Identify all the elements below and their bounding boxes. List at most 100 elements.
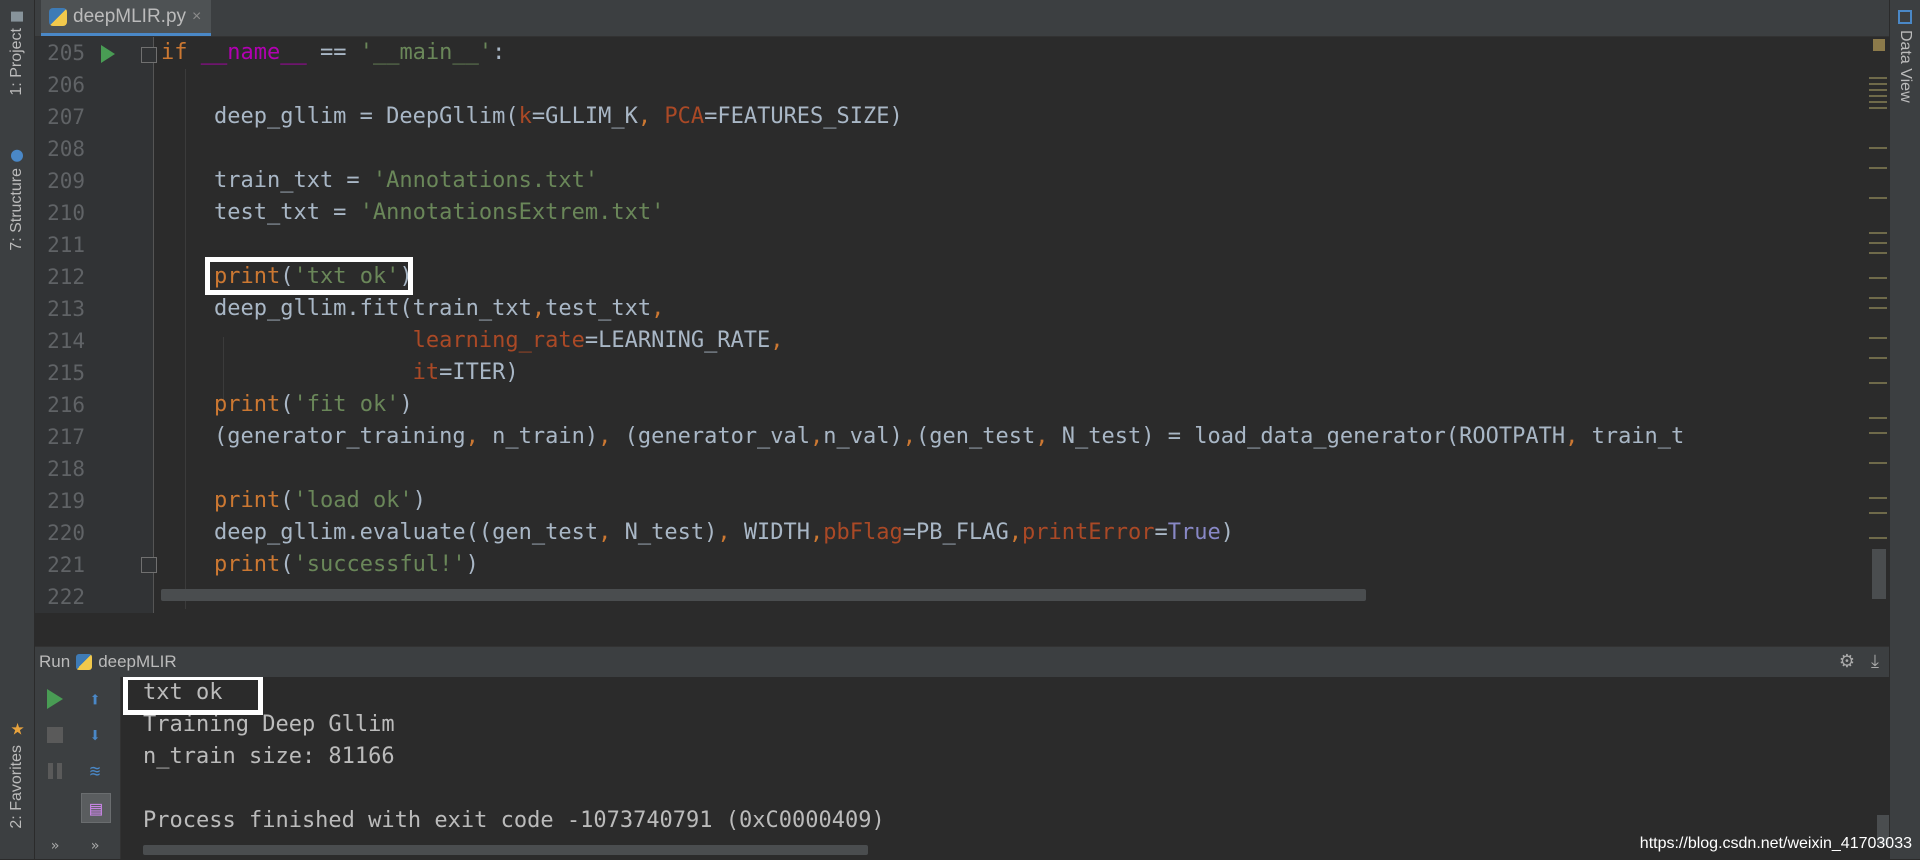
run-panel-header: Run deepMLIR ⚙ ⤓ <box>35 646 1889 677</box>
line-number: 206 <box>47 73 85 97</box>
code-line: 213 deep_gllim.fit(train_txt,test_txt, <box>35 293 1835 325</box>
code-token: ( <box>280 392 294 417</box>
code-token: , <box>902 424 917 449</box>
code-token: print <box>213 488 281 513</box>
code-token: ) <box>465 552 479 577</box>
code-token: PCA <box>664 104 705 129</box>
up-arrow-icon[interactable]: ⬆ <box>81 685 109 713</box>
code-token: , <box>1035 424 1062 449</box>
run-icon[interactable] <box>41 685 69 713</box>
console-line: Process finished with exit code -1073740… <box>143 808 885 833</box>
more-icon[interactable]: » <box>41 832 69 860</box>
data-view-label: Data View <box>1897 30 1914 103</box>
line-number: 207 <box>47 105 85 129</box>
line-number: 205 <box>47 41 85 65</box>
close-icon[interactable]: × <box>192 8 201 26</box>
code-token: print <box>213 392 281 417</box>
soft-wrap-icon[interactable]: ≋ <box>81 757 109 785</box>
console-horizontal-scrollbar[interactable] <box>143 845 868 855</box>
code-line: 216 print('fit ok') <box>35 389 1835 421</box>
gear-icon[interactable]: ⚙ <box>1839 651 1855 672</box>
code-token: ( <box>280 488 294 513</box>
code-text: it=ITER) <box>161 357 519 389</box>
pin-icon[interactable]: ⤓ <box>1871 651 1879 672</box>
code-token: WIDTH <box>743 520 811 545</box>
horizontal-scrollbar[interactable] <box>161 589 1366 601</box>
code-text: print('fit ok') <box>161 389 413 421</box>
code-token: , <box>598 424 625 449</box>
line-number: 222 <box>47 585 85 609</box>
stop-icon[interactable] <box>41 721 69 749</box>
scroll-to-end-icon[interactable]: ▤ <box>81 793 111 823</box>
structure-tool-tab[interactable]: 7: Structure <box>4 150 30 251</box>
code-token: test_txt = <box>161 200 360 225</box>
code-text: learning_rate=LEARNING_RATE, <box>161 325 784 357</box>
code-token: , <box>651 296 665 321</box>
line-number: 209 <box>47 169 85 193</box>
line-number: 210 <box>47 201 85 225</box>
code-line: 218 <box>35 453 1835 485</box>
data-view-tool-tab[interactable]: Data View <box>1893 10 1917 103</box>
code-token: == <box>306 40 360 65</box>
code-token: it <box>412 360 440 385</box>
more-icon-2[interactable]: » <box>81 832 109 860</box>
left-tool-stripe: 1: Project 7: Structure 2: Favorites ★ <box>0 0 35 859</box>
code-token: train_txt = <box>161 168 373 193</box>
project-tool-tab[interactable]: 1: Project <box>4 12 30 96</box>
inspection-icon[interactable] <box>1873 39 1885 51</box>
code-token: , <box>1565 424 1592 449</box>
code-token: , <box>465 424 493 449</box>
code-token: n_val) <box>823 424 903 449</box>
line-number: 208 <box>47 137 85 161</box>
code-token: , <box>717 520 744 545</box>
code-line: 214 learning_rate=LEARNING_RATE, <box>35 325 1835 357</box>
down-arrow-icon[interactable]: ⬇ <box>81 721 109 749</box>
code-token: = <box>1154 520 1168 545</box>
run-config-name: deepMLIR <box>98 652 177 671</box>
code-token: ) <box>1220 520 1234 545</box>
highlight-box-console <box>123 677 263 715</box>
code-token: , <box>531 296 546 321</box>
run-console[interactable]: txt ok Training Deep Gllim n_train size:… <box>121 677 1889 859</box>
code-token: deep_gllim.evaluate((gen_test <box>161 520 599 545</box>
line-number: 216 <box>47 393 85 417</box>
python-file-icon <box>76 654 93 670</box>
code-token: 'AnnotationsExtrem.txt' <box>359 200 665 225</box>
line-number: 215 <box>47 361 85 385</box>
code-line: 215 it=ITER) <box>35 357 1835 389</box>
code-text: if __name__ == '__main__': <box>161 37 505 69</box>
scroll-thumb[interactable] <box>1872 549 1886 599</box>
code-token: deep_gllim = DeepGllim( <box>161 104 519 129</box>
code-token: deep_gllim.fit(train_txt <box>161 296 532 321</box>
file-tab-deepmlir[interactable]: deepMLIR.py × <box>41 0 212 36</box>
run-label: Run <box>39 652 71 671</box>
line-number: 217 <box>47 425 85 449</box>
line-number: 221 <box>47 553 85 577</box>
code-line: 208 <box>35 133 1835 165</box>
line-number: 214 <box>47 329 85 353</box>
line-number: 212 <box>47 265 85 289</box>
code-token: 'load ok' <box>293 488 413 513</box>
code-text: (generator_training, n_train), (generato… <box>161 421 1684 453</box>
code-token: pbFlag <box>823 520 903 545</box>
code-line: 206 <box>35 69 1835 101</box>
code-token: '__main__' <box>359 40 493 65</box>
favorites-tool-tab[interactable]: 2: Favorites ★ <box>4 720 30 829</box>
folder-icon <box>11 12 23 22</box>
code-editor[interactable]: 205 if __name__ == '__main__': 206 207 deep… <box>35 37 1889 613</box>
code-text: print('successful!') <box>161 549 479 581</box>
pause-icon[interactable] <box>41 757 69 785</box>
favorites-label: 2: Favorites <box>8 745 25 829</box>
code-token: (generator_val <box>624 424 811 449</box>
error-stripe[interactable] <box>1867 37 1889 613</box>
code-token: test_txt <box>545 296 652 321</box>
code-text: deep_gllim.evaluate((gen_test, N_test), … <box>161 517 1234 549</box>
code-token: 'successful!' <box>293 552 466 577</box>
code-token: ) <box>399 392 413 417</box>
watermark: https://blog.csdn.net/weixin_41703033 <box>1639 835 1912 852</box>
